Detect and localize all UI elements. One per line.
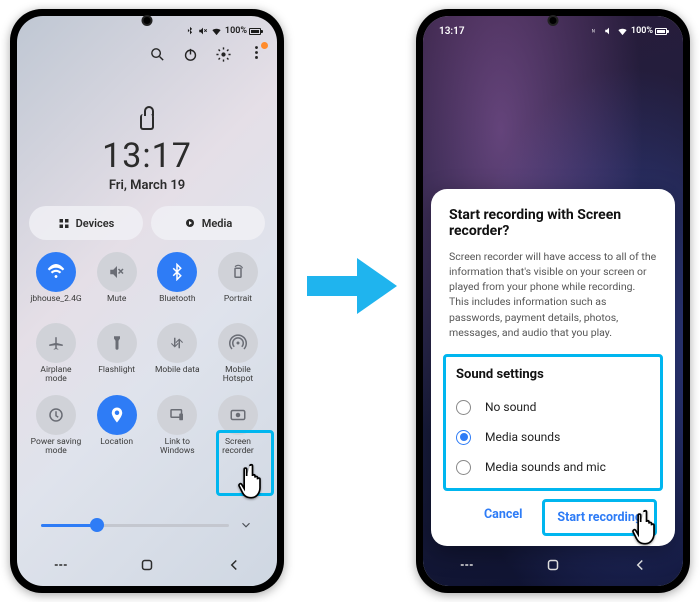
home-button[interactable] — [544, 556, 562, 574]
gear-icon[interactable] — [215, 46, 232, 63]
tile-flashlight[interactable]: Flashlight — [90, 323, 144, 385]
battery-indicator: 100% — [225, 26, 261, 36]
radio-icon — [456, 400, 471, 415]
radio-no-sound[interactable]: No sound — [456, 392, 650, 422]
radio-media-sounds[interactable]: Media sounds — [456, 422, 650, 452]
location-icon — [108, 406, 126, 424]
battery-indicator: 100% — [631, 26, 667, 36]
navigation-bar — [423, 550, 683, 580]
front-camera — [548, 15, 559, 26]
powersave-icon — [47, 406, 65, 424]
screen-recorder-dialog: Start recording with Screen recorder? Sc… — [431, 189, 675, 546]
bluetooth-icon — [168, 263, 186, 281]
start-label: Start recording — [557, 510, 642, 525]
link-windows-icon — [168, 406, 186, 424]
tile-mute[interactable]: Mute — [90, 252, 144, 313]
tile-hotspot[interactable]: Mobile Hotspot — [211, 323, 265, 385]
radio-label: Media sounds — [485, 430, 560, 444]
hotspot-icon — [229, 334, 247, 352]
sound-settings-group: Sound settings No sound Media sounds Med… — [443, 354, 663, 491]
power-icon[interactable] — [182, 46, 199, 63]
front-camera — [142, 15, 153, 26]
home-button[interactable] — [138, 556, 156, 574]
phone-dialog: 13:17 N 100% Start recording with Screen… — [416, 9, 690, 593]
next-step-arrow — [302, 246, 402, 326]
radio-media-and-mic[interactable]: Media sounds and mic — [456, 452, 650, 482]
tile-airplane[interactable]: Airplane mode — [29, 323, 83, 385]
lockscreen-clock: 13:17 Fri, March 19 — [17, 114, 277, 193]
radio-icon — [456, 430, 471, 445]
cancel-label: Cancel — [484, 507, 522, 522]
airplane-icon — [47, 334, 65, 352]
search-icon[interactable] — [149, 46, 166, 63]
tile-bluetooth[interactable]: Bluetooth — [150, 252, 204, 313]
more-icon[interactable] — [248, 44, 265, 65]
devices-label: Devices — [76, 217, 115, 230]
bluetooth-status-icon — [185, 26, 195, 36]
radio-label: No sound — [485, 400, 536, 414]
tile-powersave[interactable]: Power saving mode — [29, 395, 83, 457]
clock-time: 13:17 — [17, 136, 277, 176]
mobiledata-icon — [168, 334, 186, 352]
tile-screenrecorder[interactable]: Screen recorder — [211, 395, 265, 457]
tile-linkwindows[interactable]: Link to Windows — [150, 395, 204, 457]
quick-tiles-grid: jbhouse_2.4G Mute Bluetooth Portrait Air… — [29, 252, 265, 466]
rotation-lock-icon — [229, 263, 247, 281]
radio-icon — [456, 460, 471, 475]
recents-button[interactable] — [51, 556, 69, 574]
mute-icon — [108, 263, 126, 281]
recents-button[interactable] — [457, 556, 475, 574]
media-label: Media — [202, 217, 233, 230]
navigation-bar — [17, 550, 277, 580]
nfc-status-icon: N — [591, 26, 601, 36]
back-button[interactable] — [225, 556, 243, 574]
media-icon — [184, 217, 196, 229]
wifi-status-icon — [211, 26, 222, 37]
wifi-status-icon — [617, 26, 628, 37]
screenrecord-icon — [229, 406, 247, 424]
media-button[interactable]: Media — [151, 206, 265, 240]
flashlight-icon — [108, 334, 126, 352]
wifi-icon — [47, 263, 65, 281]
status-time: 13:17 — [439, 26, 465, 37]
devices-button[interactable]: Devices — [29, 206, 143, 240]
tile-portrait[interactable]: Portrait — [211, 252, 265, 313]
clock-date: Fri, March 19 — [17, 178, 277, 193]
tile-location[interactable]: Location — [90, 395, 144, 457]
sound-settings-title: Sound settings — [456, 367, 650, 382]
quick-panel-top-actions — [149, 44, 265, 65]
devices-icon — [58, 217, 70, 229]
tile-mobiledata[interactable]: Mobile data — [150, 323, 204, 385]
cancel-button[interactable]: Cancel — [472, 499, 534, 536]
tile-wifi[interactable]: jbhouse_2.4G — [29, 252, 83, 313]
radio-label: Media sounds and mic — [485, 460, 606, 474]
lock-icon — [140, 114, 154, 130]
svg-text:N: N — [592, 29, 595, 34]
mute-status-icon — [198, 26, 208, 36]
dialog-title: Start recording with Screen recorder? — [449, 207, 657, 239]
back-button[interactable] — [631, 556, 649, 574]
chevron-down-icon[interactable] — [239, 518, 253, 532]
start-recording-button[interactable]: Start recording — [542, 499, 657, 536]
brightness-slider[interactable] — [41, 518, 253, 532]
phone-quick-panel: 100% 13:17 Fri, March 19 — [10, 9, 284, 593]
dialog-body: Screen recorder will have access to all … — [449, 249, 657, 340]
mute-status-icon — [604, 26, 614, 36]
